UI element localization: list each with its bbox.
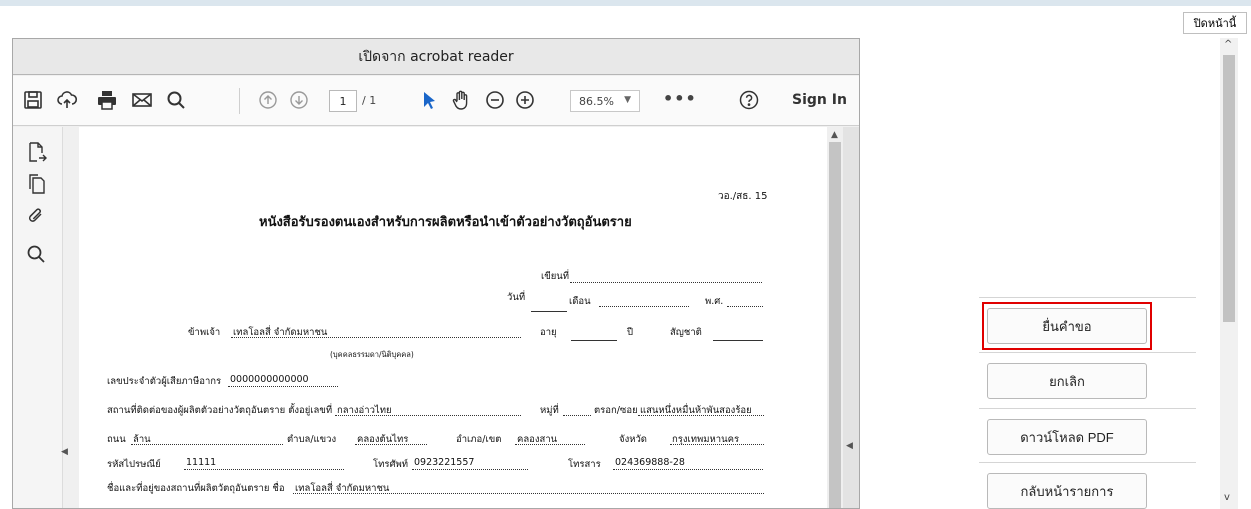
- year-label: พ.ศ.: [705, 296, 724, 307]
- contact-place-label: สถานที่ติดต่อของผู้ผลิตตัวอย่างวัตถุอันต…: [107, 405, 333, 416]
- soi-line: [638, 415, 764, 416]
- district-label: อำเภอ/เขต: [456, 434, 502, 445]
- road-line: [131, 444, 283, 445]
- house-no-line: [335, 415, 521, 416]
- tax-id-value: 0000000000000: [230, 374, 309, 385]
- page-scroll-down-icon[interactable]: v: [1224, 492, 1230, 503]
- search-icon[interactable]: [164, 88, 188, 112]
- written-at-label: เขียนที่: [541, 271, 570, 282]
- road-label: ถนน: [107, 434, 126, 445]
- month-label: เดือน: [569, 296, 591, 307]
- next-page-icon[interactable]: [287, 88, 311, 112]
- find-icon[interactable]: [25, 243, 47, 265]
- doc-scrollbar-thumb[interactable]: [829, 142, 841, 508]
- copy-pages-icon[interactable]: [25, 173, 47, 195]
- attachment-icon[interactable]: [25, 205, 47, 227]
- scroll-up-icon[interactable]: ▲: [831, 130, 838, 140]
- panel-divider: [979, 408, 1196, 409]
- top-border: [0, 0, 1251, 6]
- pdf-sidebar: [13, 127, 63, 508]
- year-line: [727, 306, 763, 307]
- viewer-title: เปิดจาก acrobat reader: [13, 39, 859, 75]
- postcode-value: 11111: [186, 457, 217, 468]
- date-line: [531, 311, 567, 312]
- page-number-input[interactable]: 1: [329, 90, 357, 112]
- pdf-page: [79, 127, 843, 508]
- postcode-line: [184, 469, 344, 470]
- back-to-list-button[interactable]: กลับหน้ารายการ: [987, 473, 1147, 509]
- moo-label: หมู่ที่: [540, 405, 559, 416]
- right-gutter: [843, 127, 859, 508]
- panel-divider: [979, 462, 1196, 463]
- tax-id-label: เลขประจำตัวผู้เสียภาษีอากร: [107, 376, 222, 387]
- fax-value: 024369888-28: [615, 457, 685, 468]
- written-at-line: [570, 282, 762, 283]
- district-line: [515, 444, 585, 445]
- zoom-out-icon[interactable]: [483, 88, 507, 112]
- month-line: [599, 306, 689, 307]
- province-line: [670, 444, 764, 445]
- facility-label: ชื่อและที่อยู่ของสถานที่ผลิตวัตถุอันตราย…: [107, 483, 285, 494]
- fax-label: โทรสาร: [568, 459, 601, 470]
- mail-icon[interactable]: [130, 88, 154, 112]
- nationality-label: สัญชาติ: [670, 327, 702, 338]
- zoom-in-icon[interactable]: [513, 88, 537, 112]
- export-pdf-icon[interactable]: [25, 141, 47, 163]
- age-label: อายุ: [540, 327, 557, 338]
- phone-value: 0923221557: [414, 457, 475, 468]
- toolbar-separator: [239, 88, 240, 114]
- facility-line: [293, 493, 764, 494]
- applicant-line: [231, 337, 521, 338]
- i-label: ข้าพเจ้า: [188, 327, 221, 338]
- province-label: จังหวัด: [619, 434, 647, 445]
- help-icon[interactable]: [737, 88, 761, 112]
- nationality-line: [713, 340, 763, 341]
- date-label: วันที่: [507, 292, 526, 303]
- fax-line: [613, 469, 763, 470]
- page: ปิดหน้านี้ เปิดจาก acrobat reader 1 / 1 …: [0, 0, 1251, 509]
- pdf-toolbar: 1 / 1 86.5% ▼ ••• Sign In: [13, 76, 859, 126]
- panel-divider: [979, 352, 1196, 353]
- tax-id-line: [228, 386, 338, 387]
- cancel-button[interactable]: ยกเลิก: [987, 363, 1147, 399]
- zoom-select[interactable]: 86.5% ▼: [570, 90, 640, 112]
- soi-label: ตรอก/ซอย: [594, 405, 638, 416]
- sign-in-link[interactable]: Sign In: [792, 92, 847, 108]
- scroll-left-icon[interactable]: ◀: [61, 447, 68, 457]
- document-title: หนังสือรับรองตนเองสำหรับการผลิตหรือนำเข้…: [259, 215, 632, 230]
- age-line: [571, 340, 617, 341]
- chevron-down-icon: ▼: [624, 95, 631, 105]
- form-code: วอ./สธ. 15: [718, 191, 768, 202]
- phone-line: [412, 469, 528, 470]
- print-icon[interactable]: [95, 88, 119, 112]
- hand-tool-icon[interactable]: [449, 88, 473, 112]
- person-type-hint: (บุคคลธรรมดา/นิติบุคคล): [330, 350, 414, 359]
- panel-divider: [979, 297, 1196, 298]
- years-label: ปี: [627, 327, 634, 338]
- submit-request-button[interactable]: ยื่นคำขอ: [987, 308, 1147, 344]
- phone-label: โทรศัพท์: [373, 459, 409, 470]
- download-pdf-button[interactable]: ดาวน์โหลด PDF: [987, 419, 1147, 455]
- prev-page-icon[interactable]: [256, 88, 280, 112]
- upload-cloud-icon[interactable]: [55, 88, 79, 112]
- scroll-right-icon[interactable]: ◀: [846, 441, 853, 451]
- subdistrict-line: [355, 444, 427, 445]
- page-total: / 1: [362, 94, 377, 107]
- save-icon[interactable]: [21, 88, 45, 112]
- postcode-label: รหัสไปรษณีย์: [107, 459, 161, 470]
- page-scrollbar-thumb[interactable]: [1223, 55, 1235, 322]
- zoom-value: 86.5%: [579, 94, 614, 108]
- page-scroll-up-icon[interactable]: ^: [1224, 39, 1232, 50]
- subdistrict-label: ตำบล/แขวง: [287, 434, 337, 445]
- close-page-button[interactable]: ปิดหน้านี้: [1183, 12, 1247, 34]
- select-cursor-icon[interactable]: [417, 88, 441, 112]
- moo-line: [563, 415, 591, 416]
- more-options-icon[interactable]: •••: [663, 89, 697, 108]
